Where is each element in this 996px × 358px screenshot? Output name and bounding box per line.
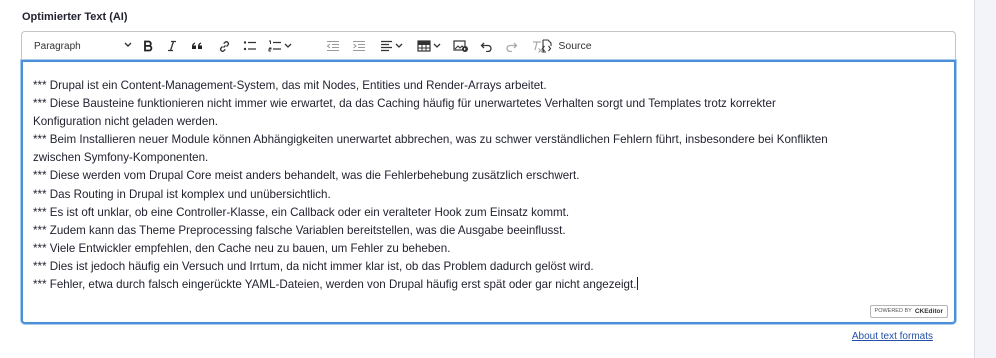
rich-text-editor: Paragraph Source *** Drupal ist ein Cont… xyxy=(21,31,956,324)
redo-button[interactable] xyxy=(501,32,521,60)
text-line: *** Zudem kann das Theme Preprocessing f… xyxy=(33,223,566,237)
text-line: *** Diese Bausteine funktionieren nicht … xyxy=(33,97,776,111)
editor-text: *** Drupal ist ein Content-Management-Sy… xyxy=(33,77,943,294)
link-icon xyxy=(219,40,229,52)
chevron-down-icon xyxy=(433,43,441,48)
media-icon xyxy=(453,39,468,52)
about-text-formats-link[interactable]: About text formats xyxy=(852,331,933,342)
text-line: Konfiguration nicht geladen werden. xyxy=(33,115,218,129)
redo-icon xyxy=(505,42,517,52)
bulleted-list-button[interactable] xyxy=(239,32,261,60)
text-line: *** Das Routing in Drupal ist komplex un… xyxy=(33,187,331,201)
powered-by-text: POWERED BY xyxy=(874,308,912,314)
blockquote-button[interactable] xyxy=(187,32,207,60)
chevron-down-icon xyxy=(284,43,292,48)
chevron-down-icon xyxy=(124,42,132,47)
field-label: Optimierter Text (AI) xyxy=(22,11,128,23)
editor-content-area[interactable]: *** Drupal ist ein Content-Management-Sy… xyxy=(21,60,956,324)
text-line: zwischen Symfony-Komponenten. xyxy=(33,151,209,165)
italic-icon xyxy=(168,40,176,52)
ckeditor-brand: CKEditor xyxy=(914,308,943,315)
text-line: *** Dies ist jedoch häufig ein Versuch u… xyxy=(33,259,594,273)
outdent-icon xyxy=(326,40,339,52)
undo-icon xyxy=(480,42,492,52)
undo-button[interactable] xyxy=(476,32,496,60)
source-icon xyxy=(542,39,552,53)
bulleted-list-icon xyxy=(243,41,256,51)
alignment-dropdown[interactable] xyxy=(376,32,406,60)
paragraph-format-value: Paragraph xyxy=(34,40,81,52)
text-caret xyxy=(637,277,639,291)
source-button[interactable]: Source xyxy=(536,32,596,60)
numbered-list-button[interactable] xyxy=(266,32,294,60)
chevron-down-icon xyxy=(395,43,402,48)
indent-button[interactable] xyxy=(348,32,370,60)
text-line: *** Beim Installieren neuer Module könne… xyxy=(33,133,828,147)
form-panel: Optimierter Text (AI) Paragraph Source *… xyxy=(0,0,975,358)
table-icon xyxy=(417,40,431,52)
editor-toolbar: Paragraph Source xyxy=(21,31,956,60)
source-label: Source xyxy=(558,40,592,52)
paragraph-format-dropdown[interactable]: Paragraph xyxy=(28,32,132,60)
blockquote-icon xyxy=(192,42,202,49)
text-line: *** Drupal ist ein Content-Management-Sy… xyxy=(33,79,547,92)
powered-by-ckeditor-badge[interactable]: POWERED BY CKEditor xyxy=(869,305,948,318)
numbered-list-icon xyxy=(268,40,281,52)
text-line: *** Diese werden vom Drupal Core meist a… xyxy=(33,169,580,183)
insert-media-button[interactable] xyxy=(450,32,472,60)
indent-icon xyxy=(353,40,365,52)
insert-table-dropdown[interactable] xyxy=(414,32,444,60)
bold-button[interactable] xyxy=(138,32,158,60)
bold-icon xyxy=(144,40,153,52)
text-line: *** Viele Entwickler empfehlen, den Cach… xyxy=(33,241,451,255)
text-line: *** Fehler, etwa durch falsch eingerückt… xyxy=(33,277,639,292)
italic-button[interactable] xyxy=(162,32,182,60)
align-left-icon xyxy=(380,40,392,52)
text-line: *** Es ist oft unklar, ob eine Controlle… xyxy=(33,205,570,219)
link-button[interactable] xyxy=(214,32,234,60)
outdent-button[interactable] xyxy=(322,32,344,60)
